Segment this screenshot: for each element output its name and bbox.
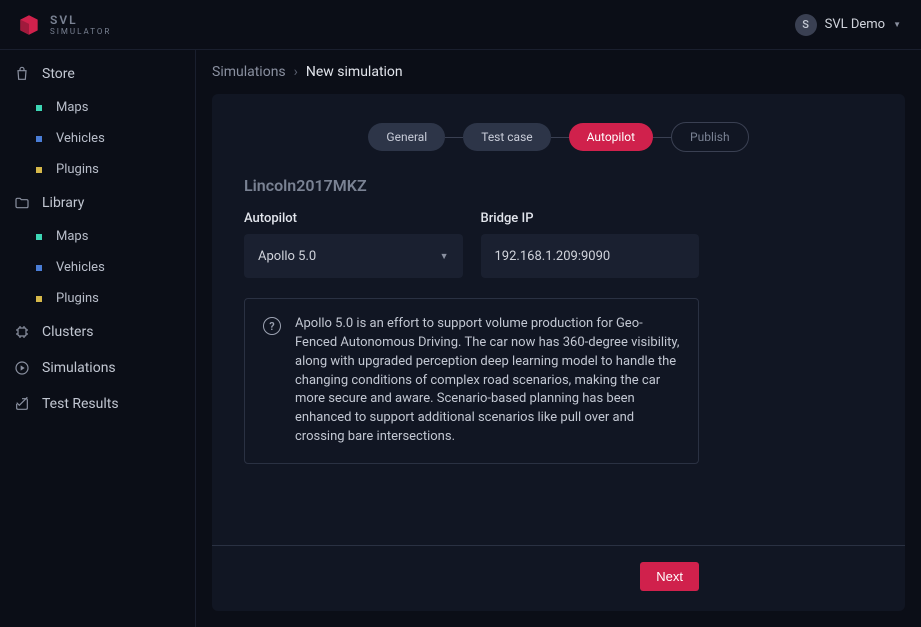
bridge-ip-input[interactable] bbox=[495, 249, 686, 264]
step-general[interactable]: General bbox=[368, 123, 445, 151]
panel-footer: Next bbox=[212, 545, 905, 591]
bridge-ip-input-wrap bbox=[481, 234, 700, 278]
sidebar-item-simulations[interactable]: Simulations bbox=[0, 350, 195, 386]
sidebar-sub-label: Vehicles bbox=[56, 260, 105, 275]
logo-icon bbox=[16, 12, 42, 38]
breadcrumb-current: New simulation bbox=[306, 64, 403, 80]
avatar: S bbox=[795, 14, 817, 36]
sidebar-item-library-vehicles[interactable]: Vehicles bbox=[0, 252, 195, 283]
sidebar-label: Test Results bbox=[42, 396, 119, 412]
chip-icon bbox=[14, 324, 30, 340]
sidebar-sub-label: Maps bbox=[56, 229, 88, 244]
sidebar: Store Maps Vehicles Plugins Library Maps… bbox=[0, 50, 196, 627]
breadcrumb: Simulations › New simulation bbox=[196, 50, 921, 94]
next-button[interactable]: Next bbox=[640, 562, 699, 591]
user-name-label: SVL Demo bbox=[825, 17, 885, 32]
bridge-label: Bridge IP bbox=[481, 211, 700, 226]
autopilot-label: Autopilot bbox=[244, 211, 463, 226]
play-circle-icon bbox=[14, 360, 30, 376]
chevron-right-icon: › bbox=[294, 64, 298, 80]
logo-text: SVL SIMULATOR bbox=[50, 14, 111, 36]
stepper: General Test case Autopilot Publish bbox=[212, 122, 905, 152]
step-line bbox=[653, 137, 671, 138]
sidebar-label: Library bbox=[42, 195, 84, 211]
breadcrumb-parent[interactable]: Simulations bbox=[212, 64, 286, 80]
sidebar-item-library[interactable]: Library bbox=[0, 185, 195, 221]
topbar: SVL SIMULATOR S SVL Demo ▼ bbox=[0, 0, 921, 50]
sidebar-item-store[interactable]: Store bbox=[0, 56, 195, 92]
bag-icon bbox=[14, 66, 30, 82]
check-square-icon bbox=[14, 396, 30, 412]
info-text: Apollo 5.0 is an effort to support volum… bbox=[295, 315, 680, 447]
logo[interactable]: SVL SIMULATOR bbox=[16, 12, 111, 38]
sidebar-sub-label: Maps bbox=[56, 100, 88, 115]
step-line bbox=[445, 137, 463, 138]
info-box: ? Apollo 5.0 is an effort to support vol… bbox=[244, 298, 699, 464]
section-title: Lincoln2017MKZ bbox=[244, 176, 699, 195]
sidebar-label: Simulations bbox=[42, 360, 116, 376]
sidebar-label: Store bbox=[42, 66, 75, 82]
autopilot-value: Apollo 5.0 bbox=[258, 249, 316, 264]
help-circle-icon: ? bbox=[263, 317, 281, 335]
step-line bbox=[551, 137, 569, 138]
step-publish[interactable]: Publish bbox=[671, 122, 749, 152]
autopilot-select[interactable]: Apollo 5.0 ▼ bbox=[244, 234, 463, 278]
sidebar-item-store-maps[interactable]: Maps bbox=[0, 92, 195, 123]
chevron-down-icon: ▼ bbox=[440, 251, 449, 262]
user-menu[interactable]: S SVL Demo ▼ bbox=[795, 14, 901, 36]
sidebar-item-library-plugins[interactable]: Plugins bbox=[0, 283, 195, 314]
dot-icon bbox=[36, 296, 42, 302]
sidebar-sub-label: Vehicles bbox=[56, 131, 105, 146]
panel: General Test case Autopilot Publish Linc… bbox=[212, 94, 905, 611]
main-content: Simulations › New simulation General Tes… bbox=[196, 50, 921, 627]
chevron-down-icon: ▼ bbox=[893, 20, 901, 29]
step-testcase[interactable]: Test case bbox=[463, 123, 550, 151]
sidebar-item-store-plugins[interactable]: Plugins bbox=[0, 154, 195, 185]
sidebar-label: Clusters bbox=[42, 324, 93, 340]
sidebar-sub-label: Plugins bbox=[56, 162, 99, 177]
dot-icon bbox=[36, 167, 42, 173]
sidebar-item-test-results[interactable]: Test Results bbox=[0, 386, 195, 422]
folder-icon bbox=[14, 195, 30, 211]
step-autopilot[interactable]: Autopilot bbox=[569, 123, 653, 151]
sidebar-item-store-vehicles[interactable]: Vehicles bbox=[0, 123, 195, 154]
sidebar-item-clusters[interactable]: Clusters bbox=[0, 314, 195, 350]
dot-icon bbox=[36, 105, 42, 111]
dot-icon bbox=[36, 265, 42, 271]
sidebar-item-library-maps[interactable]: Maps bbox=[0, 221, 195, 252]
dot-icon bbox=[36, 234, 42, 240]
sidebar-sub-label: Plugins bbox=[56, 291, 99, 306]
dot-icon bbox=[36, 136, 42, 142]
